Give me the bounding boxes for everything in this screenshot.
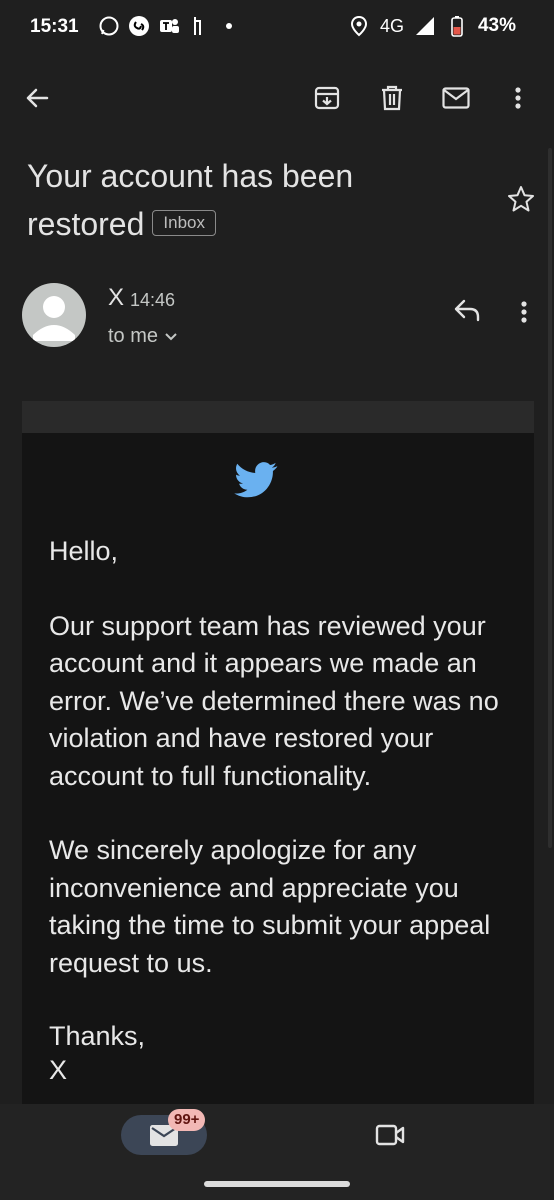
email-subject: Your account has been restored Inbox — [27, 152, 477, 248]
sender-name[interactable]: X — [108, 284, 124, 312]
email-header-banner — [22, 401, 534, 433]
notification-icon — [188, 15, 210, 37]
signal-icon — [414, 15, 436, 37]
teams-icon — [158, 15, 180, 37]
gesture-bar[interactable] — [204, 1181, 350, 1187]
email-signoff: Thanks, — [49, 1021, 146, 1051]
email-signature: X — [49, 1055, 68, 1085]
status-time: 15:31 — [30, 16, 79, 37]
mark-unread-icon[interactable] — [438, 80, 474, 116]
back-arrow-icon[interactable] — [19, 80, 55, 116]
status-bar: 15:31 4G 43% — [0, 0, 554, 56]
recipient-text: to me — [108, 325, 159, 347]
delete-icon[interactable] — [374, 80, 410, 116]
email-paragraph: We sincerely apologize for any inconveni… — [49, 835, 491, 978]
sender-more-vert-icon[interactable] — [510, 296, 538, 330]
email-greeting: Hello, — [49, 536, 119, 566]
whatsapp-icon — [98, 15, 120, 37]
video-icon[interactable] — [374, 1122, 406, 1153]
email-paragraph: Our support team has reviewed your accou… — [49, 610, 499, 791]
unread-count-badge: 99+ — [168, 1109, 206, 1131]
twitter-bird-logo — [234, 462, 278, 503]
dot-icon — [218, 15, 240, 37]
network-type: 4G — [379, 15, 404, 36]
email-body: Hello, Our support team has reviewed you… — [49, 533, 519, 1087]
location-icon — [348, 15, 370, 37]
scrollbar[interactable] — [548, 148, 552, 848]
reply-icon[interactable] — [452, 296, 486, 330]
star-icon[interactable] — [506, 184, 538, 216]
shazam-icon — [128, 15, 150, 37]
inbox-label[interactable]: Inbox — [152, 209, 216, 236]
battery-icon — [446, 15, 468, 37]
chevron-down-icon — [164, 325, 178, 348]
battery-percent: 43% — [477, 15, 516, 36]
avatar[interactable] — [22, 283, 86, 347]
email-time: 14:46 — [130, 290, 176, 310]
more-vert-icon[interactable] — [500, 80, 536, 116]
recipient-toggle[interactable]: to me — [108, 325, 178, 348]
archive-icon[interactable] — [309, 80, 345, 116]
email-toolbar — [0, 70, 554, 126]
